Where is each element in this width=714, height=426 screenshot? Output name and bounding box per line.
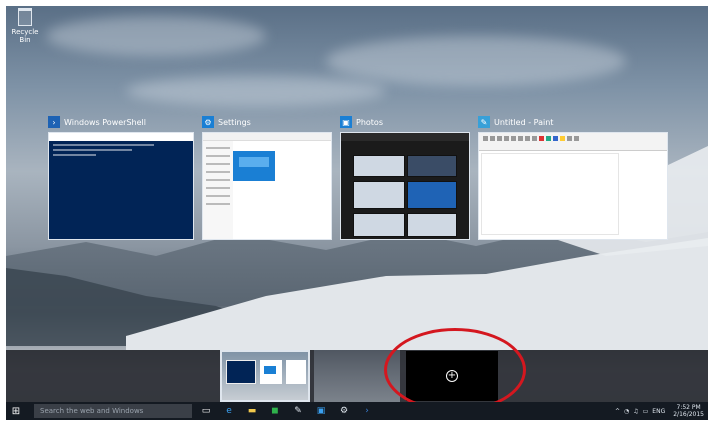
task-view-icon[interactable]: ▭ (197, 402, 215, 420)
window-title: Windows PowerShell (64, 117, 146, 127)
photos-preview (340, 132, 470, 240)
tray-up-arrow-icon[interactable]: ^ (615, 408, 620, 415)
taskbar: ⊞ Search the web and Windows ▭ e ▬ ◼ ✎ ▣… (6, 402, 708, 420)
window-title: Settings (218, 117, 251, 127)
action-center-icon[interactable]: ▭ (643, 408, 649, 415)
settings-icon[interactable]: ⚙ (335, 402, 353, 420)
task-view-window-settings[interactable]: ⚙ Settings (202, 114, 332, 240)
new-desktop-button[interactable]: + (406, 351, 498, 401)
desktop-2-thumbnail[interactable] (314, 350, 400, 402)
desktop: Recycle Bin › Windows PowerShell ⚙ Setti… (6, 6, 708, 420)
photos-icon[interactable]: ▣ (312, 402, 330, 420)
clock-date: 2/16/2015 (673, 411, 704, 418)
recycle-bin-icon (18, 8, 32, 26)
photos-icon: ▣ (340, 116, 352, 128)
plus-icon: + (446, 370, 458, 382)
window-title: Untitled - Paint (494, 117, 554, 127)
task-view-window-powershell[interactable]: › Windows PowerShell (48, 114, 194, 240)
window-title: Photos (356, 117, 383, 127)
settings-preview (202, 132, 332, 240)
desktop-1-thumbnail[interactable] (220, 350, 310, 402)
powershell-preview (48, 132, 194, 240)
language-indicator[interactable]: ENG (652, 408, 665, 415)
system-tray: ^ ◔ ♫ ▭ ENG 7:52 PM 2/16/2015 (615, 402, 704, 420)
file-explorer-icon[interactable]: ▬ (243, 402, 261, 420)
store-icon[interactable]: ◼ (266, 402, 284, 420)
recycle-bin-label: Recycle Bin (11, 28, 39, 44)
task-view-window-paint[interactable]: ✎ Untitled - Paint (478, 114, 668, 240)
gear-icon: ⚙ (202, 116, 214, 128)
edge-icon[interactable]: e (220, 402, 238, 420)
paint-icon: ✎ (478, 116, 490, 128)
paint-icon[interactable]: ✎ (289, 402, 307, 420)
volume-icon[interactable]: ♫ (633, 408, 638, 415)
powershell-icon[interactable]: › (358, 402, 376, 420)
powershell-icon: › (48, 116, 60, 128)
network-icon[interactable]: ◔ (624, 408, 629, 415)
clock[interactable]: 7:52 PM 2/16/2015 (673, 404, 704, 418)
start-button[interactable]: ⊞ (6, 402, 26, 420)
task-view-window-photos[interactable]: ▣ Photos (340, 114, 470, 240)
recycle-bin[interactable]: Recycle Bin (8, 8, 42, 44)
search-box[interactable]: Search the web and Windows (34, 404, 192, 418)
clock-time: 7:52 PM (676, 404, 701, 411)
paint-preview (478, 132, 668, 240)
